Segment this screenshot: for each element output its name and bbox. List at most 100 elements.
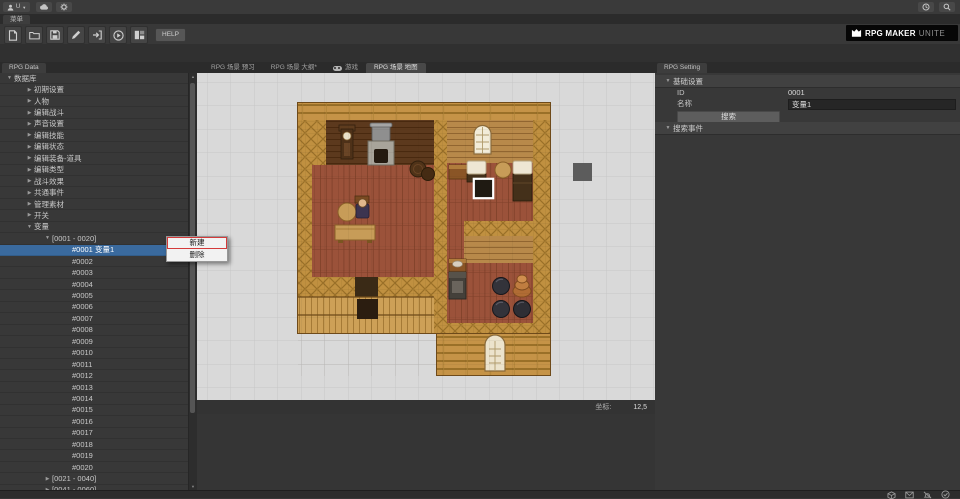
tree-item[interactable]: #0004 <box>0 279 189 290</box>
tree-item[interactable]: ▼数据库 <box>0 73 189 84</box>
map-cursor[interactable] <box>473 178 494 199</box>
mail-icon[interactable] <box>905 491 914 499</box>
scene-tab-active[interactable]: RPG 场景 地图 <box>366 63 426 73</box>
tree-item[interactable]: #0016 <box>0 416 189 427</box>
play-icon <box>113 30 124 41</box>
layout-button[interactable] <box>130 26 148 44</box>
tree-item[interactable]: #0013 <box>0 382 189 393</box>
import-button[interactable] <box>88 26 106 44</box>
tree-item-label: #0002 <box>72 257 93 266</box>
tree-item-label: 声音设置 <box>34 118 64 129</box>
scroll-up-icon[interactable]: ▲ <box>189 74 197 79</box>
tree-item[interactable]: #0003 <box>0 267 189 278</box>
chevron-right-icon[interactable]: ▶ <box>43 476 52 482</box>
cloud-button[interactable] <box>36 2 52 12</box>
tree-item[interactable]: ▶编辑类型 <box>0 165 189 176</box>
help-button[interactable]: HELP <box>155 28 186 42</box>
tree-item-label: [0001 - 0020] <box>52 234 96 243</box>
bell-muted-icon[interactable] <box>923 491 932 499</box>
tree-item[interactable]: #0002 <box>0 256 189 267</box>
system-menu-bar: U ▼ <box>0 0 960 15</box>
tree-item[interactable]: ▼变量 <box>0 222 189 233</box>
workspace: RPG Data ▼数据库▶初期设置▶人物▶编辑战斗▶声音设置▶编辑技能▶编辑状… <box>0 62 960 490</box>
chevron-right-icon[interactable]: ▶ <box>25 87 34 93</box>
tree-item[interactable]: #0012 <box>0 370 189 381</box>
tree-item-label: 数据库 <box>14 73 37 84</box>
tree-item-label: 共通事件 <box>34 187 64 198</box>
tree-item[interactable]: #0011 <box>0 359 189 370</box>
scene-tab[interactable]: RPG 场景 预习 <box>203 63 263 73</box>
tree-item[interactable]: #0015 <box>0 405 189 416</box>
left-panel-scrollbar[interactable]: ▲ ▼ <box>188 73 197 490</box>
scene-tab[interactable]: RPG 场景 大纲* <box>263 63 325 73</box>
map-canvas[interactable] <box>197 73 655 400</box>
tree-item[interactable]: #0009 <box>0 336 189 347</box>
history-button[interactable] <box>918 2 934 12</box>
account-dropdown[interactable]: U ▼ <box>3 2 30 12</box>
new-file-icon <box>8 30 18 41</box>
tree-item[interactable]: #0007 <box>0 313 189 324</box>
menu-tab[interactable]: 菜单 <box>3 15 30 24</box>
chevron-right-icon[interactable]: ▶ <box>25 190 34 196</box>
tree-item[interactable]: ▶声音设置 <box>0 119 189 130</box>
id-value: 0001 <box>788 88 805 97</box>
package-icon[interactable] <box>887 491 896 499</box>
chevron-down-icon: ▼ <box>663 125 673 131</box>
chevron-right-icon[interactable]: ▶ <box>25 212 34 218</box>
tree-item[interactable]: ▶管理素材 <box>0 199 189 210</box>
coords-value: 12,5 <box>633 404 647 411</box>
context-menu-item[interactable]: 删除 <box>167 249 227 261</box>
tree-item[interactable]: ▶编辑战斗 <box>0 107 189 118</box>
tree-item[interactable]: #0017 <box>0 428 189 439</box>
tree-item[interactable]: ▶开关 <box>0 210 189 221</box>
edit-button[interactable] <box>67 26 85 44</box>
chevron-right-icon[interactable]: ▶ <box>25 201 34 207</box>
tree-item-label: #0020 <box>72 463 93 472</box>
context-menu-item[interactable]: 新建 <box>167 237 227 249</box>
tree-item[interactable]: ▶编辑装备-道具 <box>0 153 189 164</box>
chevron-right-icon[interactable]: ▶ <box>25 121 34 127</box>
tree-item[interactable]: ▶编辑技能 <box>0 130 189 141</box>
tree-item[interactable]: #0008 <box>0 325 189 336</box>
tree-item[interactable]: #0006 <box>0 302 189 313</box>
settings-button[interactable] <box>56 2 72 12</box>
save-button[interactable] <box>46 26 64 44</box>
house-map <box>297 102 551 376</box>
open-folder-button[interactable] <box>25 26 43 44</box>
search-button-top[interactable] <box>939 2 955 12</box>
play-button[interactable] <box>109 26 127 44</box>
tree-item[interactable]: ▶初期设置 <box>0 84 189 95</box>
chevron-right-icon[interactable]: ▶ <box>25 110 34 116</box>
tree-item[interactable]: ▼[0001 - 0020] <box>0 233 189 244</box>
tree-item[interactable]: #0014 <box>0 393 189 404</box>
scene-tab-label: RPG 场景 预习 <box>211 63 255 73</box>
new-file-button[interactable] <box>4 26 22 44</box>
tree-item-selected[interactable]: #0001 变量1 <box>0 245 189 256</box>
tree-item-label: #0005 <box>72 291 93 300</box>
tree-item[interactable]: ▶[0021 - 0040] <box>0 473 189 484</box>
tree-item[interactable]: ▶共通事件 <box>0 187 189 198</box>
tree-item[interactable]: #0019 <box>0 450 189 461</box>
section-basic-label: 基础设置 <box>673 76 703 87</box>
tree-item[interactable]: ▶战斗效果 <box>0 176 189 187</box>
tree-item[interactable]: #0018 <box>0 439 189 450</box>
chevron-down-icon[interactable]: ▼ <box>25 224 34 230</box>
tab-rpg-data[interactable]: RPG Data <box>2 63 46 73</box>
chevron-down-icon[interactable]: ▼ <box>5 75 14 81</box>
chevron-right-icon[interactable]: ▶ <box>25 132 34 138</box>
tree-item[interactable]: #0020 <box>0 462 189 473</box>
chevron-right-icon[interactable]: ▶ <box>25 144 34 150</box>
section-search-events[interactable]: ▼ 搜索事件 <box>655 122 960 135</box>
tab-rpg-setting[interactable]: RPG Setting <box>657 63 707 73</box>
tree-item[interactable]: ▶编辑状态 <box>0 142 189 153</box>
chevron-down-icon[interactable]: ▼ <box>43 235 52 241</box>
chevron-right-icon[interactable]: ▶ <box>25 98 34 104</box>
chevron-right-icon[interactable]: ▶ <box>25 155 34 161</box>
chevron-right-icon[interactable]: ▶ <box>25 167 34 173</box>
chevron-right-icon[interactable]: ▶ <box>25 178 34 184</box>
tree-item[interactable]: #0010 <box>0 348 189 359</box>
scroll-down-icon[interactable]: ▼ <box>189 484 197 489</box>
scene-tab[interactable]: 游戏 <box>325 63 366 73</box>
tree-item[interactable]: ▶人物 <box>0 96 189 107</box>
tree-item[interactable]: #0005 <box>0 290 189 301</box>
